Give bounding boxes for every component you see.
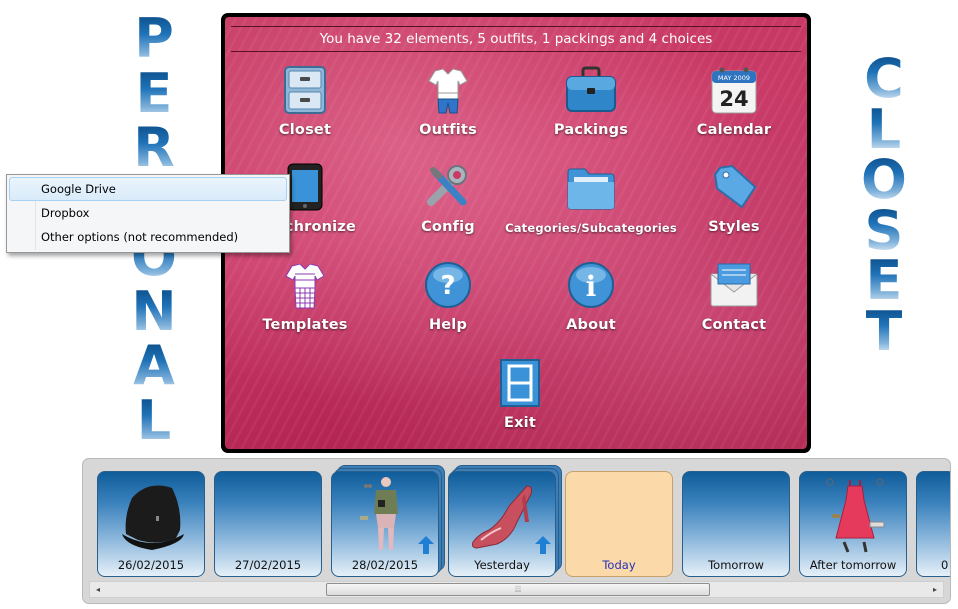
day-card-date: 27/02/2015 [234,558,302,572]
config-button[interactable]: Config [378,160,518,248]
day-card-date: 28/02/2015 [351,558,419,572]
scroll-left-arrow-icon[interactable]: ◂ [90,582,106,597]
templates-button[interactable]: Templates [235,258,375,346]
day-card-date: Today [602,558,636,572]
day-card-date: Yesterday [474,558,530,572]
day-card[interactable]: 27/02/2015 [214,471,322,577]
side-letter: C [864,47,904,110]
calendar-day: 24 [719,87,748,111]
scroll-right-arrow-icon[interactable]: ▸ [927,582,943,597]
day-card[interactable]: 28/02/2015 [331,471,439,577]
packings-button[interactable]: Packings [521,63,661,151]
app-window: P E R S O N A L C L O S E T You have 32 … [0,0,958,609]
side-letter: N [131,279,177,343]
styles-label: Styles [708,219,760,235]
calendar-month: MAY 2009 [718,74,750,82]
packings-label: Packings [553,122,629,138]
closet-button[interactable]: Closet [235,63,375,151]
horizontal-scrollbar[interactable]: ◂ ⦙⦙⦙ ▸ [89,581,944,598]
tag-icon [707,160,761,214]
menu-item-google-drive[interactable]: Google Drive [9,177,287,201]
about-button[interactable]: i About [521,258,661,346]
side-letter: A [133,334,175,397]
briefcase-icon [564,63,618,117]
menu-item-other-options[interactable]: Other options (not recommended) [9,225,287,249]
day-strip: 26/02/2015 27/02/2015 28/02/2015 Yesterd… [82,458,951,604]
envelope-icon [707,258,761,312]
help-icon: ? [421,258,475,312]
tools-icon [421,160,475,214]
day-card[interactable]: After tomorrow [799,471,907,577]
help-label: Help [428,317,468,333]
door-exit-icon [493,356,547,410]
grip-icon: ⦙⦙⦙ [514,584,522,595]
folder-icon [564,160,618,214]
day-card-date: After tomorrow [809,558,897,572]
template-outfit-icon [278,258,332,312]
panel-background: You have 32 elements, 5 outfits, 1 packi… [225,17,807,449]
outfit-thumbnail-icon [360,477,398,550]
calendar-icon: MAY 2009 24 [707,63,761,117]
config-label: Config [421,219,475,235]
upload-arrow-icon [418,536,434,554]
menu-item-dropbox[interactable]: Dropbox [9,201,287,225]
svg-text:?: ? [440,271,455,301]
side-letter: E [135,61,173,125]
cabinet-icon [278,63,332,117]
outfit-icon [421,63,475,117]
about-label: About [566,317,616,333]
contact-button[interactable]: Contact [664,258,804,346]
outfits-button[interactable]: Outfits [378,63,518,151]
day-card-today[interactable]: Today [565,471,673,577]
closet-label: Closet [278,122,332,138]
categories-button[interactable]: Categories/Subcategories [505,160,677,248]
closet-side-title: C L O S E T [858,47,910,363]
calendar-button[interactable]: MAY 2009 24 Calendar [664,63,804,151]
svg-text:i: i [586,270,597,303]
scroll-thumb[interactable]: ⦙⦙⦙ [326,583,710,596]
side-letter: R [133,116,175,179]
exit-button[interactable]: Exit [450,356,590,444]
side-letter: O [861,148,907,211]
day-card-date: 26/02/2015 [117,558,185,572]
main-menu-panel: You have 32 elements, 5 outfits, 1 packi… [221,13,811,453]
styles-button[interactable]: Styles [664,160,804,248]
outfits-label: Outfits [419,122,477,138]
dress-outfit-icon [826,478,885,553]
day-card[interactable]: Tomorrow [682,471,790,577]
calendar-label: Calendar [696,122,772,138]
shoe-icon [472,485,532,549]
sync-context-menu: Google Drive Dropbox Other options (not … [6,174,290,253]
day-card-date: 0 [941,558,949,572]
day-card-partial[interactable]: 0 [916,471,950,577]
side-letter: L [866,97,902,161]
day-card[interactable]: 26/02/2015 [97,471,205,577]
help-button[interactable]: ? Help [378,258,518,346]
contact-label: Contact [701,317,767,333]
side-letter: L [136,388,172,452]
day-card[interactable]: Yesterday [448,471,556,577]
exit-label: Exit [504,415,536,431]
day-card-date: Tomorrow [708,558,764,572]
side-letter: S [864,198,904,262]
info-icon: i [564,258,618,312]
hat-icon [122,485,184,550]
side-letter: T [865,299,903,363]
side-letter: E [865,249,903,312]
side-letter: P [134,7,174,70]
status-summary: You have 32 elements, 5 outfits, 1 packi… [231,26,801,52]
templates-label: Templates [262,317,348,333]
categories-label: Categories/Subcategories [505,221,677,235]
upload-arrow-icon [535,536,551,554]
